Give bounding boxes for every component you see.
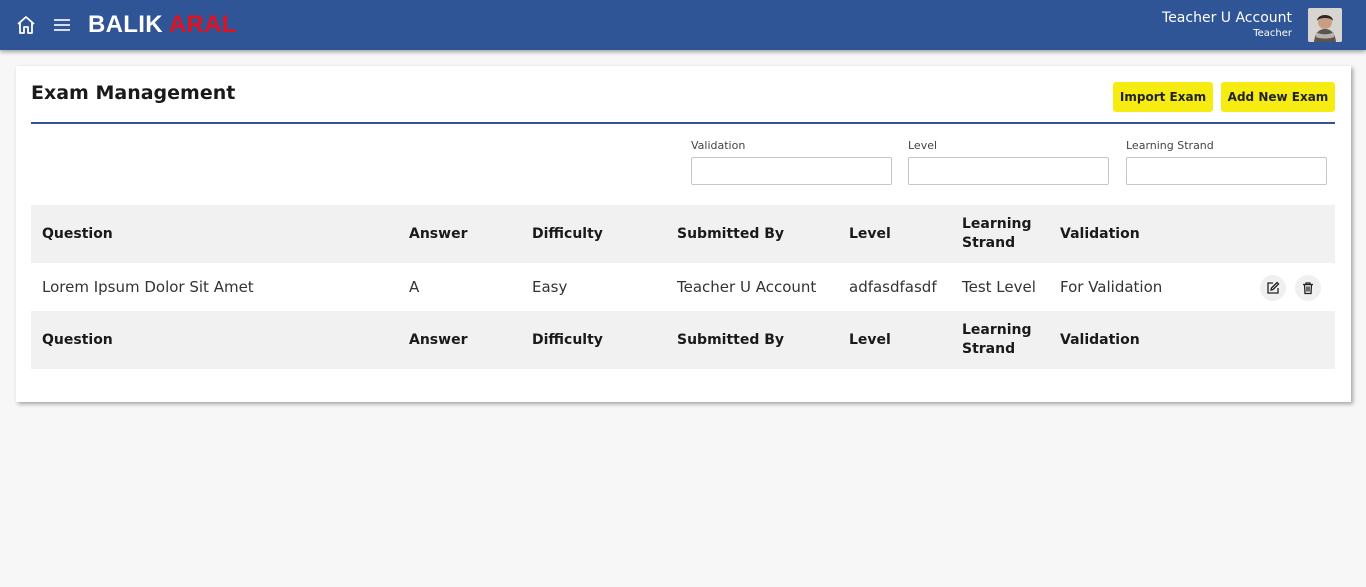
level-filter-input[interactable]: [908, 157, 1109, 185]
logo-text-primary: BALIK: [88, 11, 169, 38]
app-logo[interactable]: BALIK ARAL: [88, 10, 237, 40]
title-divider: [31, 122, 1335, 124]
home-icon[interactable]: [15, 14, 37, 36]
exam-table: Question Answer Difficulty Submitted By …: [31, 205, 1335, 369]
table-row: Lorem Ipsum Dolor Sit Amet A Easy Teache…: [31, 263, 1335, 311]
column-header-answer[interactable]: Answer: [409, 205, 519, 263]
column-header-question[interactable]: Question: [42, 205, 402, 263]
cell-answer: A: [409, 278, 420, 296]
column-header-level[interactable]: Level: [849, 205, 959, 263]
column-header-submitted-by[interactable]: Submitted By: [677, 205, 837, 263]
cell-level: adfasdfasdf: [849, 278, 937, 296]
level-filter-label: Level: [908, 139, 938, 152]
exam-management-card: Exam Management Import Exam Add New Exam…: [16, 66, 1351, 402]
trash-icon[interactable]: [1295, 275, 1321, 301]
top-navbar: BALIK ARAL Teacher U Account Teacher: [0, 0, 1366, 50]
validation-filter-label: Validation: [691, 139, 746, 152]
user-role: Teacher: [1253, 28, 1292, 39]
add-new-exam-button[interactable]: Add New Exam: [1221, 82, 1335, 112]
column-header-difficulty[interactable]: Difficulty: [532, 205, 662, 263]
footer-header-learning-strand: Learning Strand: [962, 322, 1032, 357]
hamburger-menu-icon[interactable]: [52, 16, 72, 34]
footer-header-question: Question: [42, 331, 113, 348]
edit-icon[interactable]: [1260, 275, 1286, 301]
import-exam-button[interactable]: Import Exam: [1113, 82, 1213, 112]
column-header-validation[interactable]: Validation: [1060, 205, 1210, 263]
table-header-row: Question Answer Difficulty Submitted By …: [31, 205, 1335, 263]
cell-submitted-by: Teacher U Account: [677, 278, 817, 296]
footer-header-answer: Answer: [409, 331, 468, 348]
footer-header-level: Level: [849, 331, 891, 348]
footer-header-validation: Validation: [1060, 331, 1140, 348]
column-header-learning-strand[interactable]: Learning Strand: [962, 205, 1052, 263]
page-title: Exam Management: [31, 82, 236, 104]
learning-strand-filter-label: Learning Strand: [1126, 139, 1214, 152]
footer-header-difficulty: Difficulty: [532, 331, 603, 348]
logo-text-accent: ARAL: [168, 11, 237, 38]
footer-header-submitted-by: Submitted By: [677, 331, 785, 348]
learning-strand-filter-input[interactable]: [1126, 157, 1327, 185]
table-footer-row: Question Answer Difficulty Submitted By …: [31, 311, 1335, 369]
validation-filter-input[interactable]: [691, 157, 892, 185]
cell-question: Lorem Ipsum Dolor Sit Amet: [42, 278, 254, 296]
avatar[interactable]: [1308, 8, 1342, 42]
cell-validation: For Validation: [1060, 278, 1163, 296]
user-name[interactable]: Teacher U Account: [1162, 10, 1292, 26]
cell-learning-strand: Test Level: [962, 278, 1036, 296]
cell-difficulty: Easy: [532, 278, 568, 296]
